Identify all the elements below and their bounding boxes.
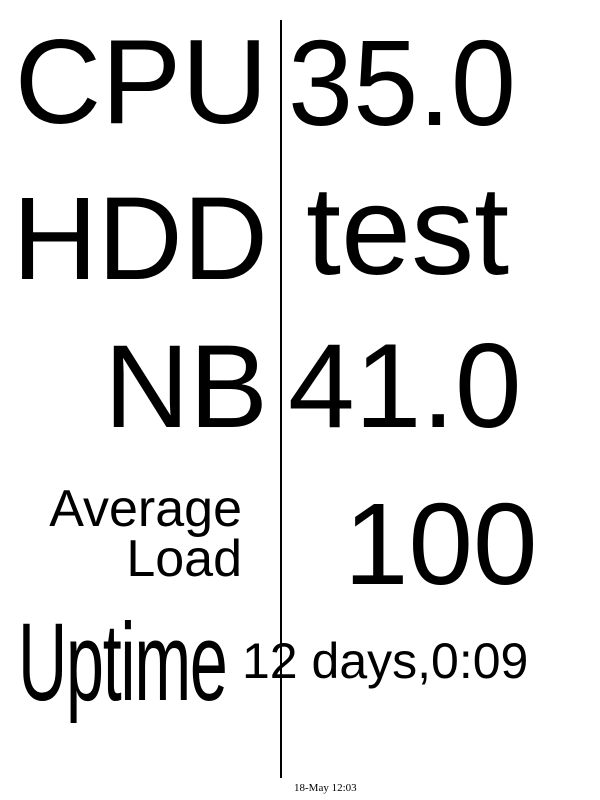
uptime-label: Uptime xyxy=(18,601,228,724)
cpu-value: 35.0 xyxy=(288,15,516,151)
cpu-label: CPU xyxy=(14,15,268,149)
hdd-label: HDD xyxy=(12,173,268,305)
average-load-value: 100 xyxy=(344,479,538,609)
average-load-label-line2: Load xyxy=(126,530,242,588)
average-load-label-line1: Average xyxy=(49,480,242,538)
average-load-label: Average Load xyxy=(49,480,242,588)
hdd-value: test xyxy=(306,160,510,301)
nb-label: NB xyxy=(104,321,268,453)
uptime-value: 12 days,0:09 xyxy=(242,633,529,689)
timestamp: 18-May 12:03 xyxy=(294,782,357,794)
nb-value: 41.0 xyxy=(288,319,522,453)
